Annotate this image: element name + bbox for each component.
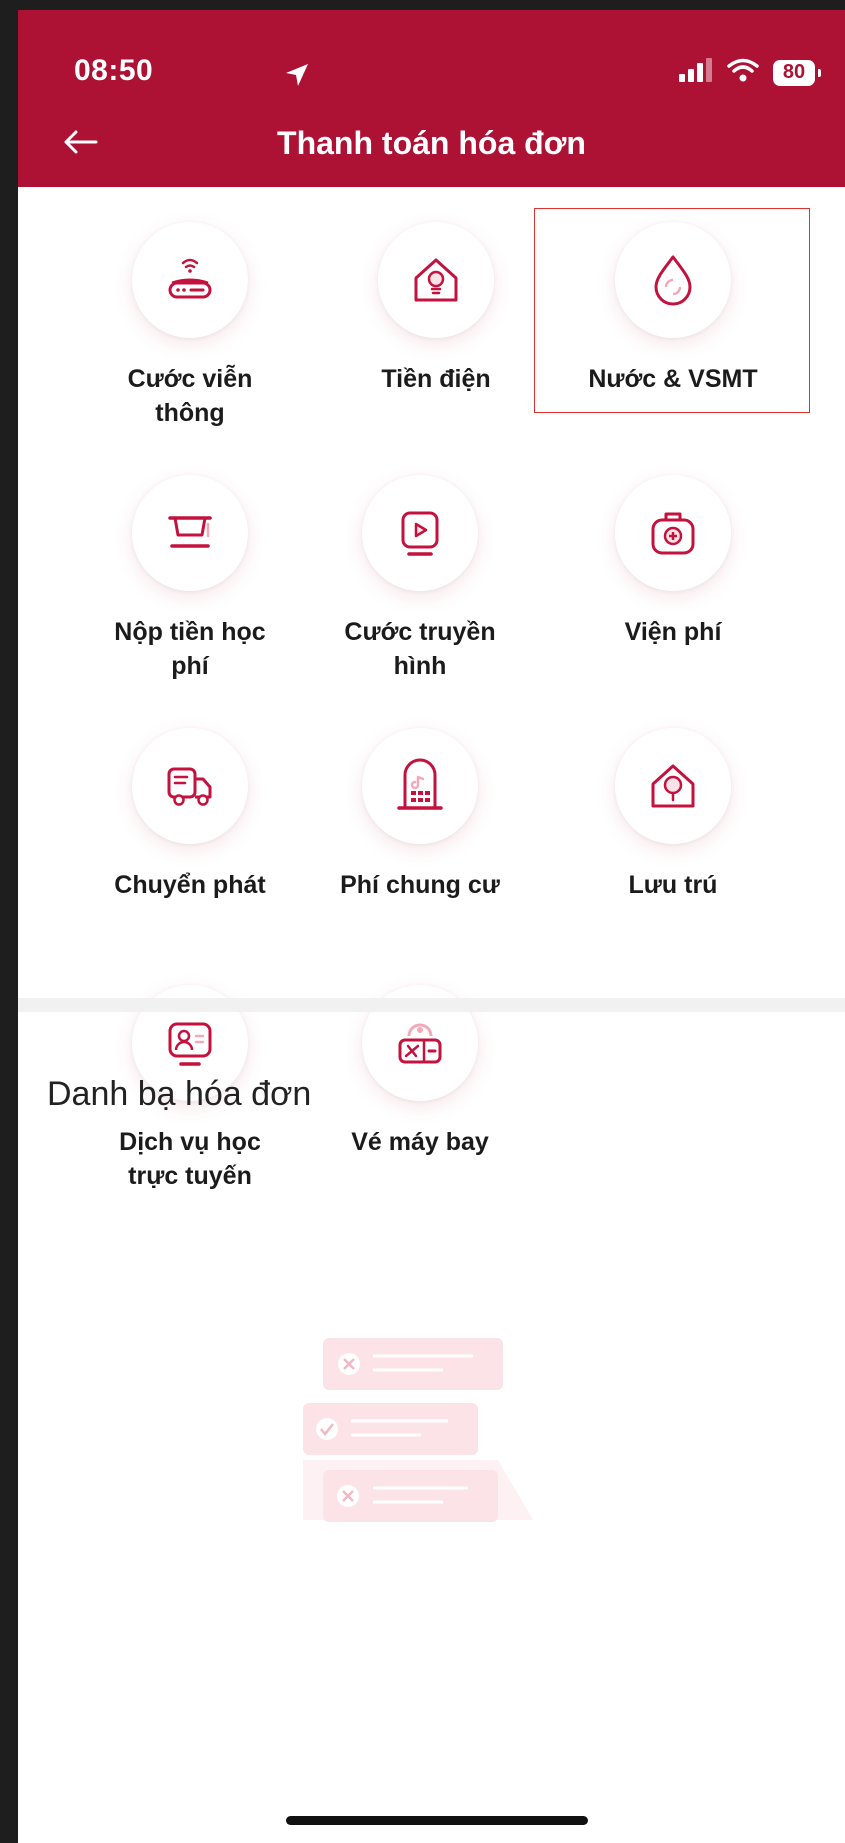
header-bar: 08:50 80 Thanh toán hóa đơn bbox=[18, 10, 845, 187]
bill-contacts-title: Danh bạ hóa đơn bbox=[47, 1075, 312, 1113]
service-tile-accommodation[interactable]: Lưu trú bbox=[553, 728, 793, 928]
router-icon bbox=[168, 258, 212, 299]
service-icon-circle bbox=[615, 475, 731, 591]
service-icon-circle bbox=[378, 222, 494, 338]
service-tile-television[interactable]: Cước truyền hình bbox=[300, 475, 540, 680]
tv-icon bbox=[401, 511, 439, 556]
medical-bag-icon bbox=[651, 512, 695, 555]
wifi-icon bbox=[727, 58, 759, 87]
service-label: Vé máy bay bbox=[351, 1128, 489, 1156]
empty-state-illustration bbox=[293, 1320, 543, 1825]
service-label: Phí chung cư bbox=[340, 871, 500, 899]
service-label: Nộp tiền học phí bbox=[114, 618, 266, 680]
service-label: Lưu trú bbox=[628, 871, 718, 899]
service-label: Viện phí bbox=[624, 618, 722, 646]
service-icon-circle bbox=[362, 728, 478, 844]
service-tile-apartment[interactable]: Phí chung cư bbox=[300, 728, 540, 928]
battery-indicator: 80 bbox=[773, 59, 821, 86]
section-divider bbox=[18, 998, 845, 1012]
home-indicator[interactable] bbox=[286, 1816, 588, 1825]
service-label: Chuyển phát bbox=[114, 871, 266, 899]
service-icon-circle bbox=[132, 222, 248, 338]
service-icon-circle bbox=[615, 728, 731, 844]
lightbulb-house-icon bbox=[414, 258, 458, 302]
status-indicators: 80 bbox=[679, 58, 821, 87]
apartment-building-icon bbox=[397, 758, 443, 810]
service-icon-circle bbox=[132, 728, 248, 844]
service-tile-delivery[interactable]: Chuyển phát bbox=[70, 728, 310, 928]
location-arrow-icon bbox=[284, 62, 310, 93]
service-label: Cước viễn thông bbox=[127, 365, 253, 427]
graduation-cap-icon bbox=[168, 516, 212, 548]
service-tile-electricity[interactable]: Tiền điện bbox=[316, 222, 556, 422]
airplane-ticket-icon bbox=[398, 1023, 442, 1064]
app-screen: 08:50 80 Thanh toán hóa đơn Cước viễn th… bbox=[18, 10, 845, 1843]
service-tile-flight-ticket[interactable]: Vé máy bay bbox=[300, 985, 540, 1185]
service-label: Dịch vụ học trực tuyến bbox=[119, 1128, 261, 1190]
service-icon-circle bbox=[132, 475, 248, 591]
service-label: Tiền điện bbox=[381, 365, 491, 393]
service-label: Cước truyền hình bbox=[344, 618, 496, 680]
page-title: Thanh toán hóa đơn bbox=[277, 125, 586, 161]
delivery-truck-icon bbox=[167, 767, 212, 806]
signal-icon bbox=[679, 58, 713, 87]
service-tile-hospital[interactable]: Viện phí bbox=[553, 475, 793, 675]
selection-highlight-box bbox=[534, 208, 810, 413]
online-learning-icon bbox=[168, 1022, 212, 1066]
status-time: 08:50 bbox=[74, 54, 154, 87]
service-tile-tuition[interactable]: Nộp tiền học phí bbox=[70, 475, 310, 680]
service-icon-circle bbox=[362, 475, 478, 591]
house-tree-icon bbox=[651, 764, 695, 808]
service-tile-telecom[interactable]: Cước viễn thông bbox=[70, 222, 310, 427]
